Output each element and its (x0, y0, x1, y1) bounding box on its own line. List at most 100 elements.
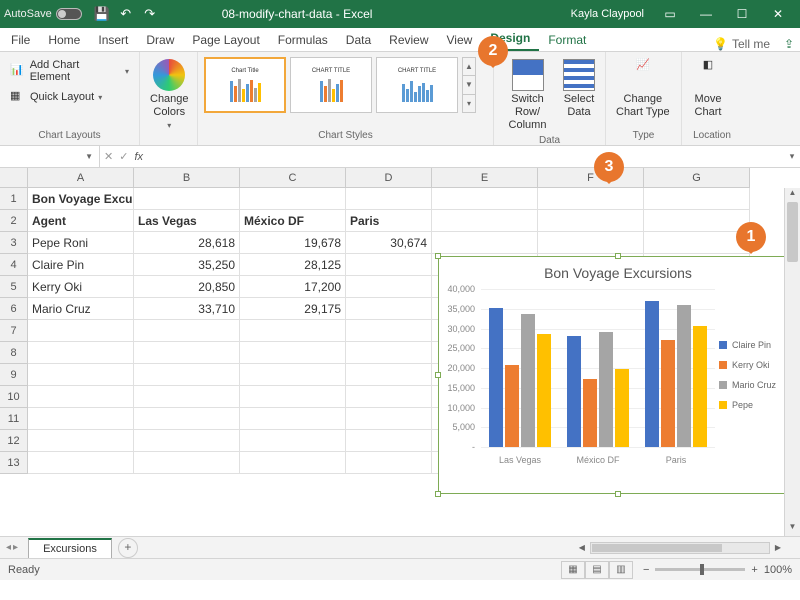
tab-format[interactable]: Format (539, 29, 595, 51)
bar[interactable] (599, 332, 613, 447)
col-header-a[interactable]: A (28, 168, 134, 188)
vertical-scrollbar[interactable]: ▲ ▼ (784, 188, 800, 536)
change-colors-button[interactable]: Change Colors▾ (146, 57, 193, 133)
bar[interactable] (489, 308, 503, 447)
bar[interactable] (615, 369, 629, 447)
row-header-11[interactable]: 11 (0, 408, 28, 430)
maximize-button[interactable]: ☐ (724, 0, 760, 28)
row-header-1[interactable]: 1 (0, 188, 28, 210)
bar-cluster[interactable] (481, 289, 559, 447)
row-header-6[interactable]: 6 (0, 298, 28, 320)
col-header-c[interactable]: C (240, 168, 346, 188)
save-button[interactable]: 💾 (90, 2, 114, 26)
bar[interactable] (693, 326, 707, 447)
fx-icon[interactable]: fx (134, 151, 143, 163)
row-header-4[interactable]: 4 (0, 254, 28, 276)
horizontal-scrollbar[interactable]: ◀ ▶ (576, 542, 800, 554)
select-data-button[interactable]: Select Data (559, 57, 599, 121)
tab-view[interactable]: View (438, 29, 482, 51)
row-header-13[interactable]: 13 (0, 452, 28, 474)
bar[interactable] (661, 340, 675, 447)
bar[interactable] (505, 365, 519, 447)
row-header-8[interactable]: 8 (0, 342, 28, 364)
bar[interactable] (567, 336, 581, 447)
column-headers[interactable]: A B C D E F G (28, 168, 750, 188)
user-name[interactable]: Kayla Claypool (571, 8, 644, 20)
col-header-d[interactable]: D (346, 168, 432, 188)
bar[interactable] (521, 314, 535, 447)
chart-title[interactable]: Bon Voyage Excursions (439, 257, 797, 285)
col-header-f[interactable]: F (538, 168, 644, 188)
redo-button[interactable]: ↷ (138, 2, 162, 26)
cell-c2[interactable]: México DF (240, 210, 346, 232)
zoom-out-button[interactable]: − (643, 564, 649, 576)
normal-view-button[interactable]: ▦ (561, 561, 585, 579)
sheet-nav[interactable]: ◂▸ (0, 542, 24, 553)
row-header-12[interactable]: 12 (0, 430, 28, 452)
tab-review[interactable]: Review (380, 29, 437, 51)
cell-b2[interactable]: Las Vegas (134, 210, 240, 232)
tab-page-layout[interactable]: Page Layout (183, 29, 268, 51)
embedded-chart[interactable]: Bon Voyage Excursions -5,00010,00015,000… (438, 256, 798, 494)
add-sheet-button[interactable]: + (118, 538, 138, 558)
bar-cluster[interactable] (637, 289, 715, 447)
add-chart-element-button[interactable]: 📊 Add Chart Element ▾ (6, 57, 133, 85)
col-header-b[interactable]: B (134, 168, 240, 188)
row-header-9[interactable]: 9 (0, 364, 28, 386)
tell-me-search[interactable]: 💡 Tell me (705, 37, 778, 51)
bar[interactable] (537, 334, 551, 447)
minimize-button[interactable]: — (688, 0, 724, 28)
legend-item[interactable]: Pepe (719, 400, 791, 410)
page-break-view-button[interactable]: ▥ (609, 561, 633, 579)
plot-area[interactable]: -5,00010,00015,00020,00025,00030,00035,0… (439, 285, 719, 465)
row-header-7[interactable]: 7 (0, 320, 28, 342)
close-button[interactable]: ✕ (760, 0, 796, 28)
legend-item[interactable]: Claire Pin (719, 340, 791, 350)
undo-button[interactable]: ↶ (114, 2, 138, 26)
zoom-control[interactable]: − + 100% (643, 564, 792, 576)
share-button[interactable]: ⇪ (778, 37, 800, 51)
col-header-g[interactable]: G (644, 168, 750, 188)
tab-formulas[interactable]: Formulas (269, 29, 337, 51)
chart-style-3[interactable]: CHART TITLE (376, 57, 458, 113)
row-header-2[interactable]: 2 (0, 210, 28, 232)
sheet-tab-excursions[interactable]: Excursions (28, 538, 112, 558)
page-layout-view-button[interactable]: ▤ (585, 561, 609, 579)
name-box[interactable]: ▼ (0, 146, 100, 167)
enter-formula-icon[interactable]: ✓ (119, 150, 128, 163)
bar[interactable] (583, 379, 597, 447)
select-all-corner[interactable] (0, 168, 28, 188)
tab-data[interactable]: Data (337, 29, 380, 51)
change-chart-type-button[interactable]: 📈 Change Chart Type (612, 57, 674, 121)
row-header-10[interactable]: 10 (0, 386, 28, 408)
zoom-in-button[interactable]: + (751, 564, 757, 576)
chart-style-1[interactable]: Chart Title (204, 57, 286, 113)
row-header-3[interactable]: 3 (0, 232, 28, 254)
gallery-scroll[interactable]: ▲▼▾ (462, 57, 476, 113)
autosave-toggle[interactable]: AutoSave (4, 8, 82, 20)
scroll-down-icon[interactable]: ▼ (785, 522, 800, 536)
switch-row-column-button[interactable]: Switch Row/ Column (500, 57, 555, 135)
quick-layout-button[interactable]: ▦ Quick Layout ▾ (6, 87, 106, 107)
bar-cluster[interactable] (559, 289, 637, 447)
cell-a1[interactable]: Bon Voyage Excursions (28, 188, 134, 210)
cell-d2[interactable]: Paris (346, 210, 432, 232)
tab-file[interactable]: File (2, 29, 39, 51)
scrollbar-thumb[interactable] (787, 202, 798, 262)
legend-item[interactable]: Kerry Oki (719, 360, 791, 370)
tab-home[interactable]: Home (39, 29, 89, 51)
cancel-formula-icon[interactable]: ✕ (104, 150, 113, 163)
ribbon-options-button[interactable]: ▭ (652, 0, 688, 28)
cells[interactable]: Bon Voyage Excursions Agent Las Vegas Mé… (28, 188, 750, 474)
chart-style-gallery[interactable]: Chart Title CHART TITLE CHART TITLE ▲▼▾ (204, 57, 476, 113)
tab-insert[interactable]: Insert (89, 29, 137, 51)
col-header-e[interactable]: E (432, 168, 538, 188)
expand-formula-bar[interactable]: ▾ (784, 151, 800, 162)
row-headers[interactable]: 12345678910111213 (0, 188, 28, 474)
row-header-5[interactable]: 5 (0, 276, 28, 298)
move-chart-button[interactable]: ◧ Move Chart (688, 57, 728, 121)
scroll-up-icon[interactable]: ▲ (785, 188, 800, 202)
legend-item[interactable]: Mario Cruz (719, 380, 791, 390)
tab-draw[interactable]: Draw (137, 29, 183, 51)
bar[interactable] (645, 301, 659, 447)
